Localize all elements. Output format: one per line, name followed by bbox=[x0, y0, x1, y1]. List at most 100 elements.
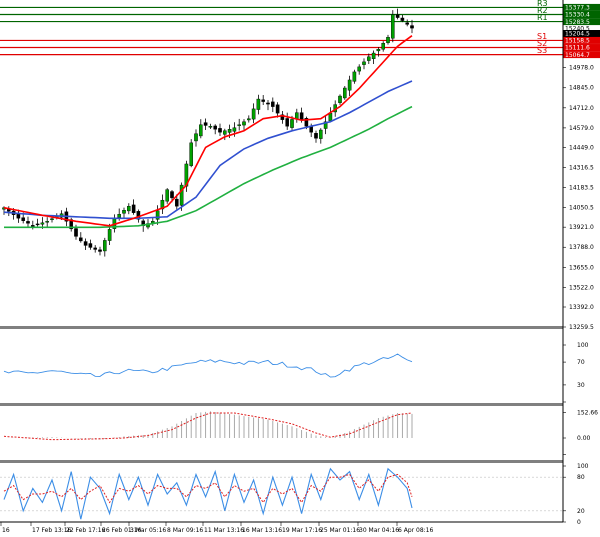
candle-body bbox=[256, 98, 261, 110]
candle-body bbox=[227, 129, 232, 133]
time-axis-label: 16 Mar 13:16 bbox=[242, 527, 282, 534]
candle-body bbox=[347, 79, 352, 91]
time-axis-label: 16 bbox=[2, 527, 10, 534]
candle-body bbox=[338, 95, 342, 103]
time-axis-label: 8 Mar 09:16 bbox=[167, 527, 203, 534]
candle-body bbox=[88, 243, 93, 248]
candle-body bbox=[232, 127, 237, 132]
rsi-tick-label: 100 bbox=[577, 342, 589, 349]
candle-body bbox=[357, 66, 362, 72]
candle-body bbox=[246, 118, 251, 121]
panel-separator bbox=[0, 326, 563, 329]
stoch-tick-label: 80 bbox=[577, 474, 585, 481]
price-tick-label: 14183.5 bbox=[569, 185, 594, 192]
price-tick-label: 13655.0 bbox=[569, 264, 594, 271]
candle-body bbox=[31, 225, 35, 227]
pivot-level-name: R1 bbox=[537, 13, 548, 22]
price-tick-label: 13921.0 bbox=[569, 224, 594, 231]
trading-chart: 14978.0 14845.0 14712.0 14579.0 14449.0 14316… bbox=[0, 0, 600, 534]
candle-body bbox=[352, 71, 357, 82]
candle-body bbox=[198, 124, 203, 137]
candle-body bbox=[261, 99, 266, 102]
candle-body bbox=[328, 112, 333, 122]
time-axis-label: 6 Apr 08:16 bbox=[398, 527, 433, 534]
candle-body bbox=[343, 87, 347, 99]
candle-body bbox=[50, 218, 54, 220]
time-axis-label: 30 Mar 04:16 bbox=[359, 527, 399, 534]
candle-body bbox=[295, 112, 299, 119]
price-tick-label: 13788.0 bbox=[569, 244, 594, 251]
candle-body bbox=[222, 130, 227, 135]
price-tick-label: 14712.0 bbox=[569, 105, 594, 112]
stoch-tick-label: 100 bbox=[577, 463, 589, 470]
macd-histogram bbox=[8, 411, 413, 440]
price-tick-label: 14316.5 bbox=[569, 164, 594, 171]
price-tick-label: 14050.5 bbox=[569, 205, 594, 212]
moving-average-slow bbox=[4, 105, 413, 229]
candle-body bbox=[386, 36, 390, 43]
candle-body bbox=[242, 121, 246, 126]
candle-body bbox=[299, 112, 304, 120]
time-axis-label: 19 Mar 17:16 bbox=[282, 527, 322, 534]
candle-body bbox=[174, 198, 179, 207]
candle-body bbox=[371, 52, 376, 60]
moving-average-fast bbox=[3, 35, 413, 227]
candle-body bbox=[45, 221, 49, 223]
time-axis-label: 25 Mar 01:16 bbox=[320, 527, 360, 534]
candle-body bbox=[367, 56, 371, 61]
macd-tick-label: 0.00 bbox=[577, 435, 591, 442]
candle-body bbox=[410, 25, 414, 29]
price-tick-label: 13522.0 bbox=[569, 284, 594, 291]
candle-body bbox=[83, 241, 88, 246]
moving-average-mid bbox=[3, 80, 413, 220]
rsi-tick-label: 30 bbox=[577, 382, 585, 389]
price-tick-label: 14978.0 bbox=[569, 65, 594, 72]
candle-body bbox=[40, 222, 45, 225]
candle-body bbox=[165, 189, 170, 202]
candle-body bbox=[117, 214, 121, 218]
candle-body bbox=[400, 17, 405, 21]
candle-body bbox=[405, 22, 410, 25]
price-level-label: 15377.3 bbox=[565, 5, 590, 12]
price-level-label: 15330.4 bbox=[565, 12, 590, 19]
candle-body bbox=[218, 128, 222, 133]
candle-body bbox=[213, 125, 218, 130]
stoch-tick-label: 0 bbox=[577, 519, 581, 526]
candle-body bbox=[189, 142, 194, 166]
candle-body bbox=[251, 108, 256, 120]
time-axis-label: 3 Mar 05:16 bbox=[130, 527, 166, 534]
candle-body bbox=[314, 133, 318, 139]
candle-body bbox=[395, 14, 400, 18]
time-axis-label: 22 Feb 17:16 bbox=[66, 527, 106, 534]
candle-body bbox=[16, 213, 21, 219]
candle-body bbox=[102, 240, 107, 252]
price-tick-label: 13392.0 bbox=[569, 304, 594, 311]
time-axis-label: 11 Mar 13:16 bbox=[204, 527, 244, 534]
price-tick-label: 14845.0 bbox=[569, 85, 594, 92]
panel-separator bbox=[0, 460, 563, 463]
candle-body bbox=[35, 223, 40, 226]
candle-body bbox=[237, 124, 242, 126]
candle-body bbox=[203, 122, 208, 126]
price-tick-label: 14449.0 bbox=[569, 145, 594, 152]
candle-body bbox=[194, 133, 198, 142]
price-tick-label: 14579.0 bbox=[569, 125, 594, 132]
rsi-tick-label: 70 bbox=[577, 359, 585, 366]
candle-body bbox=[78, 237, 83, 242]
candle-body bbox=[93, 247, 97, 250]
pivot-level-name: S3 bbox=[537, 46, 547, 55]
candle-body bbox=[275, 104, 280, 114]
candle-body bbox=[319, 129, 323, 139]
candle-body bbox=[126, 206, 131, 212]
candle-body bbox=[271, 101, 275, 107]
candle-body bbox=[26, 221, 30, 224]
candle-body bbox=[122, 210, 126, 214]
macd-signal-line bbox=[3, 412, 413, 441]
price-tick-label: 13259.5 bbox=[569, 324, 594, 331]
candle-body bbox=[290, 119, 294, 128]
candle-body bbox=[21, 217, 26, 221]
macd-tick-label: 152.66 bbox=[577, 410, 598, 417]
candle-body bbox=[391, 14, 395, 39]
candle-body bbox=[381, 43, 386, 50]
stoch-tick-label: 20 bbox=[577, 508, 585, 515]
